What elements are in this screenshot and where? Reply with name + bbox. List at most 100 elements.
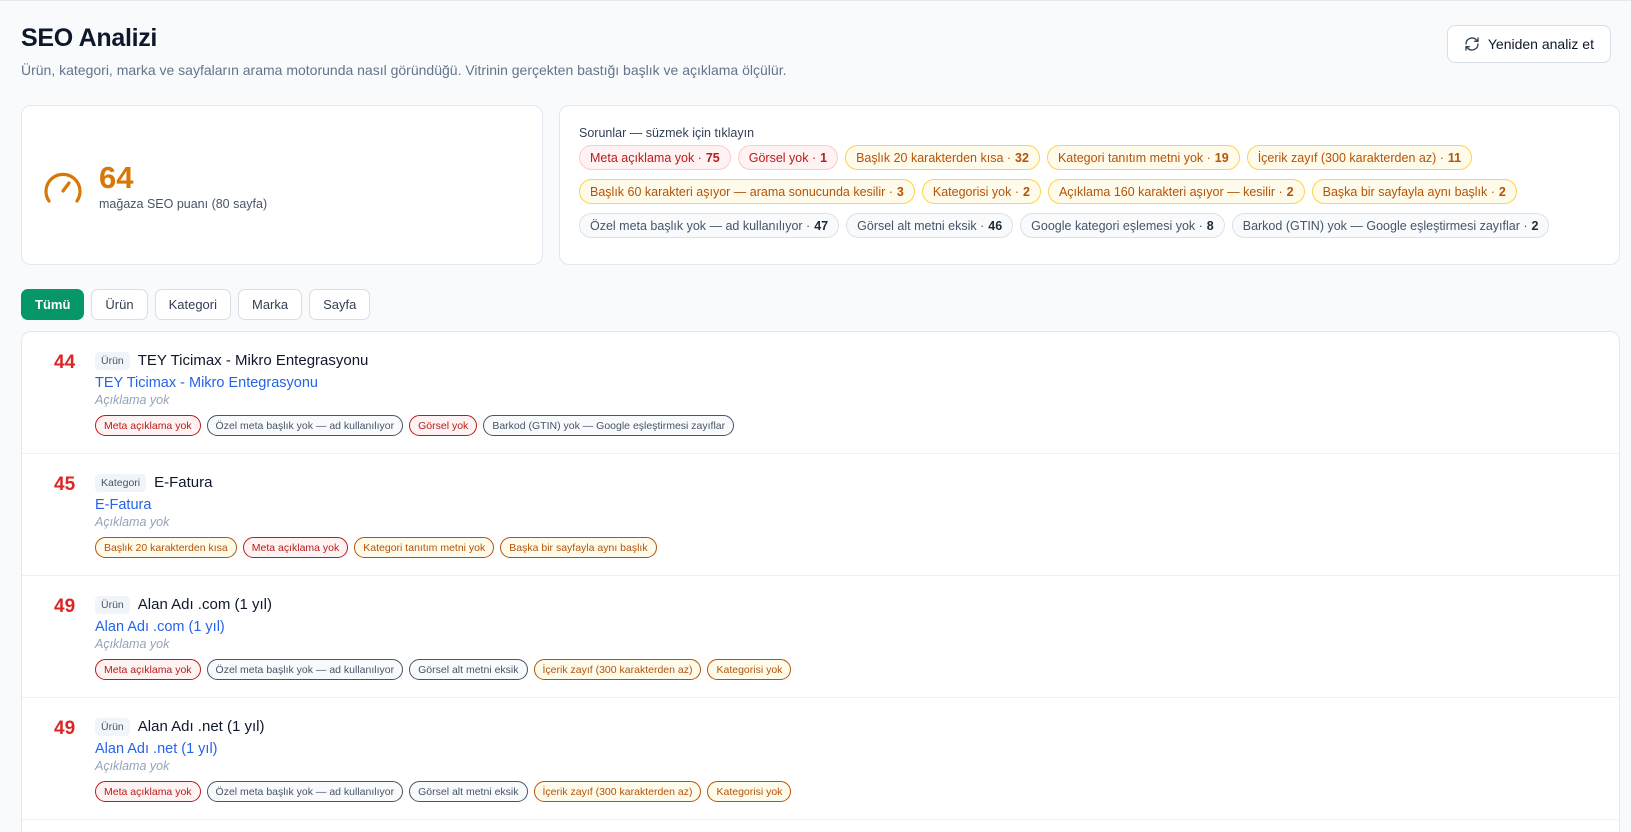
item-body: Ürün TEY Ticimax - Mikro Entegrasyonu TEY …: [95, 351, 1595, 436]
item-issue-tag: Meta açıklama yok: [242, 537, 349, 558]
page-subtitle: Ürün, kategori, marka ve sayfaların aram…: [21, 62, 787, 78]
issue-chip-label: Barkod (GTIN) yok — Google eşleştirmesi …: [1242, 218, 1528, 233]
list-item[interactable]: 49 Ürün Alan Adı .net (1 yıl) Alan Adı .net…: [22, 698, 1619, 820]
issue-chip-label: Özel meta başlık yok — ad kullanılıyor ·: [590, 218, 811, 233]
item-type-badge: Ürün: [95, 717, 130, 736]
issue-chip-count: 32: [1015, 150, 1029, 165]
item-seo-score: 44: [54, 352, 76, 373]
search-preview-description: Açıklama yok: [95, 759, 170, 773]
issue-chip[interactable]: Başlık 20 karakterden kısa · 32: [845, 145, 1040, 170]
page-title: SEO Analizi: [21, 24, 158, 52]
store-score-value: 64: [99, 160, 134, 195]
issue-chip[interactable]: Görsel yok · 1: [737, 145, 839, 170]
filter-tab-type[interactable]: Sayfa: [309, 289, 371, 320]
item-issue-tag: Kategorisi yok: [707, 781, 792, 802]
item-seo-score: 45: [54, 474, 76, 495]
item-issue-tag: Özel meta başlık yok — ad kullanılıyor: [206, 781, 404, 802]
issue-chip-count: 2: [1286, 184, 1294, 199]
issue-chip[interactable]: Görsel alt metni eksik · 46: [846, 213, 1014, 238]
item-body: Ürün Alan Adı .com (1 yıl) Alan Adı .com (…: [95, 595, 1595, 680]
issue-chip-label: Açıklama 160 karakteri aşıyor — kesilir …: [1058, 184, 1283, 199]
item-issue-tag: Görsel yok: [409, 415, 478, 436]
item-type-badge: Ürün: [95, 351, 130, 370]
page-list: 44 Ürün TEY Ticimax - Mikro Entegrasyonu TE…: [21, 331, 1620, 832]
issue-chip-count: 46: [988, 218, 1003, 233]
issue-chip-label: İçerik zayıf (300 karakterden az) ·: [1257, 150, 1444, 165]
item-name: TEY Ticimax - Mikro Entegrasyonu: [137, 352, 369, 369]
item-body: Ürün Alan Adı .net (1 yıl) Alan Adı .net (…: [95, 717, 1595, 802]
issue-chip[interactable]: Google kategori eşlemesi yok · 8: [1020, 213, 1225, 238]
issue-chip[interactable]: Meta açıklama yok · 75: [579, 145, 731, 170]
list-item[interactable]: 45 Kategori E-Fatura E-Fatura Açıklama yok Ba…: [22, 454, 1619, 576]
item-type-badge: Ürün: [95, 595, 130, 614]
issue-chip-count: 2: [1498, 184, 1506, 199]
issue-chip-label: Başka bir sayfayla aynı başlık ·: [1322, 184, 1495, 199]
issue-chip-count: 1: [820, 150, 828, 165]
page-header: SEO Analizi Ürün, kategori, marka ve say…: [21, 24, 1611, 84]
issue-chip-group: Meta açıklama yok · 75 Görsel yok · 1 Başlık…: [579, 145, 1601, 238]
item-issue-tag: İçerik zayıf (300 karakterden az): [533, 659, 702, 680]
filter-tab-type[interactable]: Marka: [238, 289, 303, 320]
search-preview-description: Açıklama yok: [95, 637, 170, 651]
score-card: 64 mağaza SEO puanı (80 sayfa): [21, 105, 543, 265]
reanalyze-label: Yeniden analiz et: [1487, 36, 1594, 52]
issue-chip-count: 19: [1214, 150, 1229, 165]
issue-chip[interactable]: Başka bir sayfayla aynı başlık · 2: [1311, 179, 1517, 204]
item-issue-tag: Meta açıklama yok: [95, 781, 201, 802]
issue-chip[interactable]: Kategorisi yok · 2: [921, 179, 1041, 204]
item-issue-tag: Barkod (GTIN) yok — Google eşleştirmesi …: [483, 415, 735, 436]
issue-chip-row: Meta açıklama yok · 75 Görsel yok · 1 Başlık…: [579, 145, 1601, 170]
search-preview-title-link[interactable]: Alan Adı .net (1 yıl): [95, 741, 1595, 757]
issue-chip-count: 2: [1531, 218, 1539, 233]
issue-chip-label: Meta açıklama yok ·: [590, 150, 702, 165]
item-issue-tag: Meta açıklama yok: [95, 415, 201, 436]
issue-chip-label: Başlık 60 karakteri aşıyor — arama sonuc…: [590, 184, 893, 199]
item-name: Alan Adı .net (1 yıl): [137, 718, 265, 735]
item-issue-tag: İçerik zayıf (300 karakterden az): [533, 781, 702, 802]
item-issue-tag: Özel meta başlık yok — ad kullanılıyor: [206, 659, 404, 680]
issues-card: Sorunlar — süzmek için tıklayın Meta açı…: [559, 105, 1620, 265]
type-filter-bar: Tümü Ürün Kategori Marka Sayfa: [21, 289, 371, 320]
item-issue-tag: Görsel alt metni eksik: [409, 659, 528, 680]
search-preview-title-link[interactable]: TEY Ticimax - Mikro Entegrasyonu: [95, 375, 1595, 391]
item-issue-tags: Meta açıklama yok Özel meta başlık yok — …: [95, 781, 1595, 802]
issue-chip-row: Özel meta başlık yok — ad kullanılıyor ·…: [579, 213, 1601, 238]
issue-chip-label: Görsel alt metni eksik ·: [857, 218, 985, 233]
item-issue-tag: Görsel alt metni eksik: [409, 781, 528, 802]
item-name: E-Fatura: [154, 474, 213, 491]
store-score-caption: mağaza SEO puanı (80 sayfa): [99, 197, 268, 211]
item-issue-tag: Başlık 20 karakterden kısa: [95, 537, 237, 558]
issue-chip-count: 11: [1447, 150, 1462, 165]
issue-chip-label: Google kategori eşlemesi yok ·: [1031, 218, 1203, 233]
issue-chip[interactable]: İçerik zayıf (300 karakterden az) · 11: [1246, 145, 1473, 170]
item-heading: Ürün Alan Adı .net (1 yıl): [95, 717, 1595, 736]
search-preview-description: Açıklama yok: [95, 515, 170, 529]
issue-chip-row: Başlık 60 karakteri aşıyor — arama sonuc…: [579, 179, 1601, 204]
item-heading: Ürün TEY Ticimax - Mikro Entegrasyonu: [95, 351, 1595, 370]
issue-chip[interactable]: Başlık 60 karakteri aşıyor — arama sonuc…: [579, 179, 915, 204]
reanalyze-button[interactable]: Yeniden analiz et: [1446, 25, 1611, 63]
item-type-badge: Kategori: [95, 473, 147, 492]
issue-chip[interactable]: Açıklama 160 karakteri aşıyor — kesilir …: [1047, 179, 1305, 204]
filter-tab-type[interactable]: Ürün: [91, 289, 148, 320]
item-heading: Ürün Alan Adı .com (1 yıl): [95, 595, 1595, 614]
search-preview-title-link[interactable]: Alan Adı .com (1 yıl): [95, 619, 1595, 635]
filter-tab-type[interactable]: Kategori: [154, 289, 231, 320]
item-name: Alan Adı .com (1 yıl): [137, 596, 272, 613]
item-issue-tag: Meta açıklama yok: [95, 659, 201, 680]
issue-chip[interactable]: Barkod (GTIN) yok — Google eşleştirmesi …: [1231, 213, 1550, 238]
list-item[interactable]: 44 Ürün TEY Ticimax - Mikro Entegrasyonu TE…: [22, 332, 1619, 454]
list-item[interactable]: 49 Ürün Alan Adı .com (1 yıl) Alan Adı .com…: [22, 576, 1619, 698]
issue-chip-label: Kategori tanıtım metni yok ·: [1057, 150, 1211, 165]
item-issue-tags: Meta açıklama yok Özel meta başlık yok — …: [95, 659, 1595, 680]
item-issue-tag: Kategori tanıtım metni yok: [354, 537, 495, 558]
issue-chip[interactable]: Özel meta başlık yok — ad kullanılıyor ·…: [579, 213, 840, 238]
search-preview-title-link[interactable]: E-Fatura: [95, 497, 1595, 513]
item-issue-tag: Kategorisi yok: [707, 659, 792, 680]
search-preview-description: Açıklama yok: [95, 393, 170, 407]
item-issue-tag: Başka bir sayfayla aynı başlık: [500, 537, 657, 558]
issue-chip-label: Kategorisi yok ·: [932, 184, 1020, 199]
filter-tab-all[interactable]: Tümü: [21, 289, 85, 320]
top-divider: [0, 0, 1631, 1]
issue-chip[interactable]: Kategori tanıtım metni yok · 19: [1046, 145, 1240, 170]
